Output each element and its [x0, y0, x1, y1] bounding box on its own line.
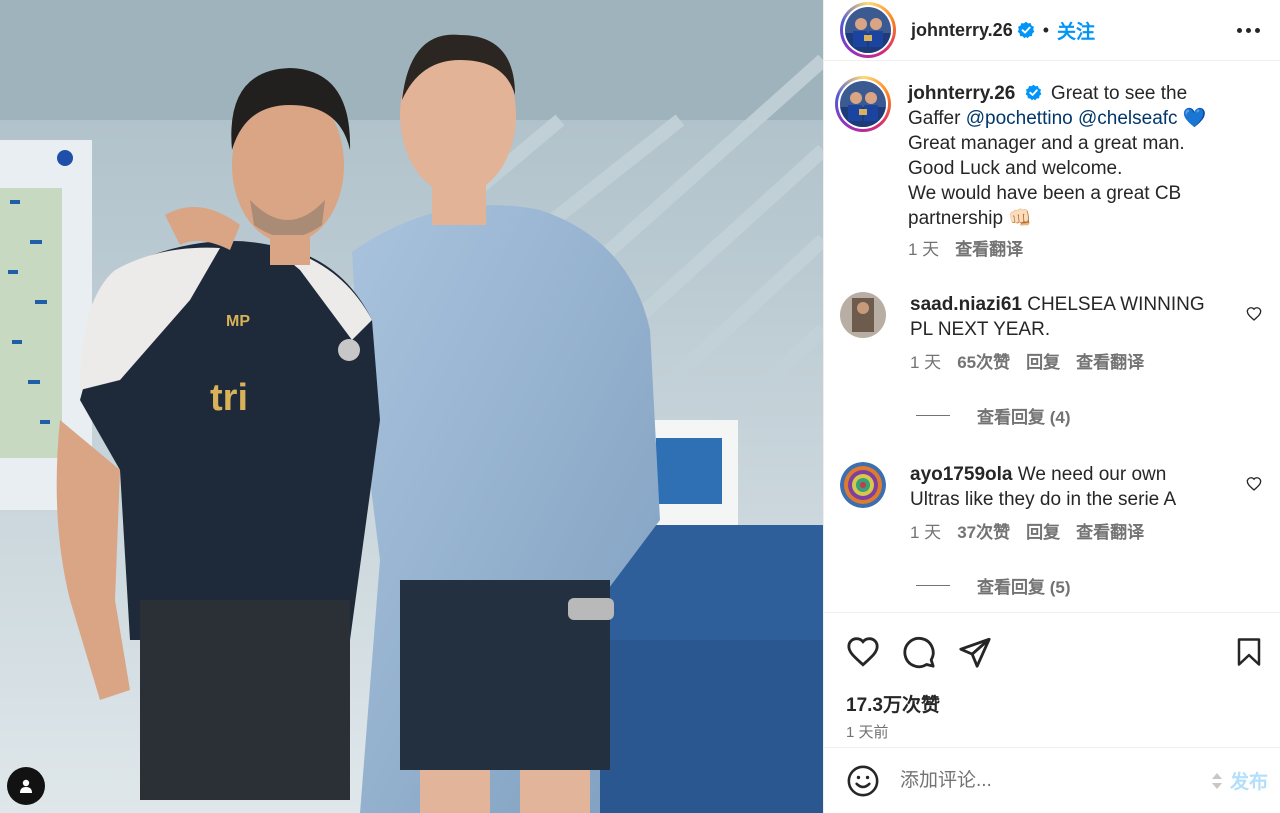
commenter-avatar-image — [840, 462, 886, 508]
post-photo[interactable]: tri MP — [0, 0, 823, 813]
caption-translate-button[interactable]: 查看翻译 — [955, 237, 1023, 262]
commenter-avatar[interactable] — [840, 292, 886, 338]
input-resize-handle[interactable] — [1210, 770, 1224, 792]
comment-body: ayo1759ola We need our own Ultras like t… — [910, 462, 1220, 545]
post-date[interactable]: 1 天前 — [824, 717, 1280, 747]
verified-badge-icon — [1017, 21, 1035, 39]
comment-username[interactable]: saad.niazi61 — [910, 294, 1022, 315]
photo-scene: tri MP — [0, 0, 823, 813]
user-tags-button[interactable] — [7, 767, 45, 805]
shirt-initials-text: MP — [226, 313, 250, 330]
shirt-sponsor-text: tri — [210, 377, 248, 419]
fist-emoji: 👊🏻 — [1008, 208, 1033, 229]
comment-like-count[interactable]: 65次赞 — [957, 350, 1010, 375]
more-options-icon[interactable] — [1231, 22, 1266, 39]
caption-text: johnterry.26 Great to see the Gaffer @po… — [908, 81, 1238, 231]
like-count[interactable]: 17.3万次赞 — [824, 690, 1280, 717]
share-icon[interactable] — [958, 635, 992, 669]
caption-line-4: We would have been a great CB partnershi… — [908, 183, 1182, 229]
commenter-avatar[interactable] — [840, 462, 886, 508]
comment-translate-button[interactable]: 查看翻译 — [1076, 350, 1144, 375]
header-separator: • — [1042, 19, 1050, 40]
emoji-icon[interactable] — [846, 764, 880, 798]
verified-badge-icon — [1025, 84, 1041, 101]
user-tag-icon — [20, 779, 32, 793]
caption-time[interactable]: 1 天 — [908, 237, 939, 262]
comment-like-count[interactable]: 37次赞 — [957, 520, 1010, 545]
caption-meta: 1 天 查看翻译 — [908, 237, 1238, 262]
post-actions — [824, 612, 1280, 690]
post-header: johnterry.26 • 关注 — [824, 0, 1280, 61]
bookmark-icon[interactable] — [1234, 636, 1264, 668]
caption-username[interactable]: johnterry.26 — [908, 83, 1015, 104]
comment-meta: 1 天 37次赞 回复 查看翻译 — [910, 520, 1220, 545]
author-avatar-image — [845, 7, 891, 53]
post-caption: johnterry.26 Great to see the Gaffer @po… — [835, 76, 1266, 262]
comment-icon[interactable] — [902, 635, 936, 669]
comment-username[interactable]: ayo1759ola — [910, 464, 1012, 485]
comment-heart-icon[interactable] — [1246, 306, 1262, 322]
caption-body: johnterry.26 Great to see the Gaffer @po… — [908, 81, 1238, 262]
caption-line-2: Great manager and a great man. — [908, 133, 1185, 154]
comment-meta: 1 天 65次赞 回复 查看翻译 — [910, 350, 1220, 375]
follow-button[interactable]: 关注 — [1057, 17, 1095, 44]
view-replies-label: 查看回复 (5) — [977, 578, 1071, 597]
author-avatar[interactable] — [840, 2, 896, 58]
view-replies-button[interactable]: 查看回复 (4) — [910, 403, 1266, 428]
author-username[interactable]: johnterry.26 — [911, 20, 1013, 41]
comment-heart-icon[interactable] — [1246, 476, 1262, 492]
caption-avatar-image — [840, 81, 886, 127]
comment-item: ayo1759ola We need our own Ultras like t… — [840, 462, 1266, 545]
caption-author-avatar[interactable] — [835, 76, 891, 132]
heart-icon[interactable] — [846, 635, 880, 669]
comment-item: saad.niazi61 CHELSEA WINNING PL NEXT YEA… — [840, 292, 1266, 375]
comment-reply-button[interactable]: 回复 — [1026, 520, 1060, 545]
comment-translate-button[interactable]: 查看翻译 — [1076, 520, 1144, 545]
view-replies-button[interactable]: 查看回复 (5) — [910, 573, 1266, 598]
comment-body: saad.niazi61 CHELSEA WINNING PL NEXT YEA… — [910, 292, 1220, 375]
comments-list[interactable]: johnterry.26 Great to see the Gaffer @po… — [824, 61, 1280, 612]
comment-time[interactable]: 1 天 — [910, 350, 941, 375]
post-side-panel: johnterry.26 • 关注 johnterry.26 Great to … — [823, 0, 1280, 813]
view-replies-label: 查看回复 (4) — [977, 408, 1071, 427]
commenter-avatar-image — [840, 292, 886, 338]
caption-line-3: Good Luck and welcome. — [908, 158, 1123, 179]
blue-heart-emoji: 💙 — [1182, 108, 1207, 129]
comment-reply-button[interactable]: 回复 — [1026, 350, 1060, 375]
instagram-post-view: tri MP johnterry.26 • 关注 johnterry.26 Gr… — [0, 0, 1280, 813]
mention-pochettino[interactable]: @pochettino — [966, 108, 1073, 129]
comment-time[interactable]: 1 天 — [910, 520, 941, 545]
add-comment-bar: 发布 — [824, 747, 1280, 813]
comment-input[interactable] — [900, 769, 1210, 792]
chevron-up-down-icon — [1211, 772, 1222, 789]
mention-chelseafc[interactable]: @chelseafc — [1078, 108, 1178, 129]
post-comment-button[interactable]: 发布 — [1230, 767, 1268, 794]
